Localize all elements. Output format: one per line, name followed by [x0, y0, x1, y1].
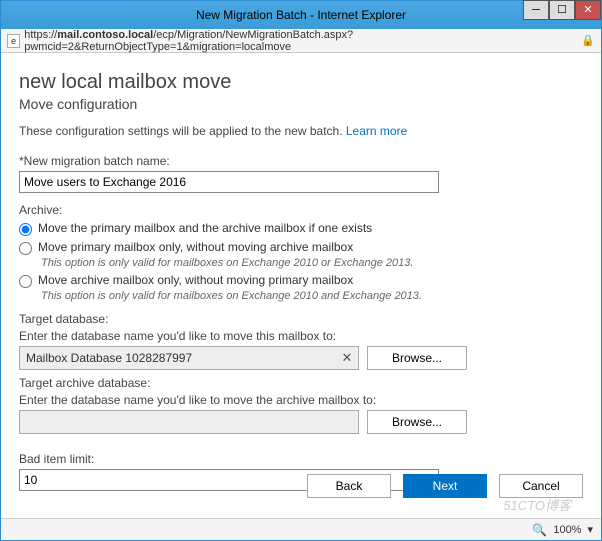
batch-name-input[interactable]: [19, 171, 439, 193]
archive-option-both-label: Move the primary mailbox and the archive…: [38, 221, 372, 235]
page-heading: new local mailbox move: [19, 71, 583, 94]
url-text: https://mail.contoso.local/ecp/Migration…: [24, 29, 581, 53]
page-subheading: Move configuration: [19, 96, 583, 112]
archive-options: Archive: Move the primary mailbox and th…: [19, 203, 583, 302]
learn-more-link[interactable]: Learn more: [346, 124, 407, 138]
batch-name-label: *New migration batch name:: [19, 154, 583, 168]
zoom-dropdown-icon[interactable]: ▾: [587, 523, 593, 536]
archive-option-primary[interactable]: Move primary mailbox only, without movin…: [19, 240, 583, 255]
target-db-browse-button[interactable]: Browse...: [367, 346, 467, 370]
clear-icon[interactable]: ✕: [336, 350, 358, 366]
close-button[interactable]: ✕: [575, 0, 601, 20]
archive-option-both[interactable]: Move the primary mailbox and the archive…: [19, 221, 583, 236]
content-area: new local mailbox move Move configuratio…: [1, 53, 601, 516]
cancel-button[interactable]: Cancel: [499, 474, 583, 498]
zoom-icon[interactable]: 🔍: [532, 523, 547, 537]
status-bar: 🔍 100% ▾: [1, 518, 601, 540]
back-button[interactable]: Back: [307, 474, 391, 498]
window-controls: ─ ☐ ✕: [523, 0, 601, 20]
target-db-block: Target database: Enter the database name…: [19, 312, 583, 370]
archive-option-primary-label: Move primary mailbox only, without movin…: [38, 240, 353, 254]
zoom-level: 100%: [553, 524, 581, 536]
target-archive-label: Target archive database:: [19, 376, 583, 390]
archive-option-archive-label: Move archive mailbox only, without movin…: [38, 273, 353, 287]
archive-option-primary-note: This option is only valid for mailboxes …: [41, 257, 583, 269]
target-archive-block: Target archive database: Enter the datab…: [19, 376, 583, 434]
next-button[interactable]: Next: [403, 474, 487, 498]
target-db-label: Target database:: [19, 312, 583, 326]
url-host: mail.contoso.local: [57, 29, 153, 41]
minimize-button[interactable]: ─: [523, 0, 549, 20]
archive-label: Archive:: [19, 203, 583, 217]
titlebar: New Migration Batch - Internet Explorer …: [1, 1, 601, 29]
window-frame: New Migration Batch - Internet Explorer …: [0, 0, 602, 541]
target-db-input[interactable]: Mailbox Database 1028287997 ✕: [19, 346, 359, 370]
target-db-hint: Enter the database name you'd like to mo…: [19, 329, 583, 343]
archive-radio-primary[interactable]: [19, 242, 32, 255]
wizard-nav: Back Next Cancel: [307, 474, 583, 498]
batch-name-field: *New migration batch name:: [19, 154, 583, 193]
target-archive-hint: Enter the database name you'd like to mo…: [19, 393, 583, 407]
page-icon: e: [7, 34, 20, 48]
intro-sentence: These configuration settings will be app…: [19, 124, 346, 138]
window-title: New Migration Batch - Internet Explorer: [1, 8, 601, 22]
address-bar[interactable]: e https://mail.contoso.local/ecp/Migrati…: [1, 29, 601, 53]
intro-text: These configuration settings will be app…: [19, 124, 583, 138]
lock-icon: 🔒: [581, 34, 595, 47]
target-archive-browse-button[interactable]: Browse...: [367, 410, 467, 434]
archive-option-archive[interactable]: Move archive mailbox only, without movin…: [19, 273, 583, 288]
archive-radio-both[interactable]: [19, 223, 32, 236]
bad-item-label: Bad item limit:: [19, 452, 583, 466]
archive-radio-archive[interactable]: [19, 275, 32, 288]
url-scheme: https://: [24, 29, 57, 41]
target-archive-input[interactable]: [19, 410, 359, 434]
target-db-value: Mailbox Database 1028287997: [20, 351, 336, 365]
maximize-button[interactable]: ☐: [549, 0, 575, 20]
archive-option-archive-note: This option is only valid for mailboxes …: [41, 290, 583, 302]
